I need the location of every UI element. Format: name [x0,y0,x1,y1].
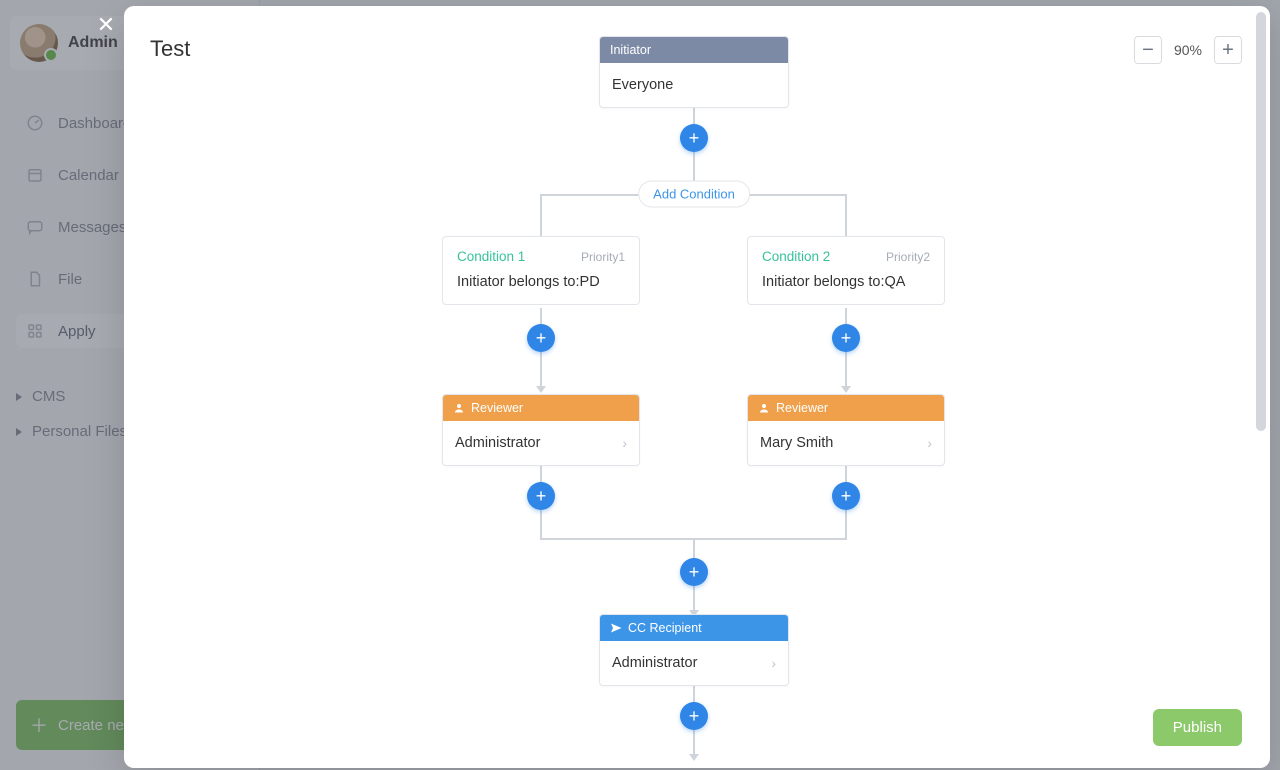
node-header: Reviewer [443,395,639,421]
reviewer-node[interactable]: Reviewer Administrator › [442,394,640,466]
workflow-panel: Test − 90% + I [124,6,1270,768]
condition-description: Initiator belongs to:PD [457,274,625,290]
node-body: Everyone [600,63,788,107]
condition-name: Condition 2 [762,249,830,264]
reviewer-node[interactable]: Reviewer Mary Smith › [747,394,945,466]
initiator-node[interactable]: Initiator Everyone [599,36,789,108]
condition-name: Condition 1 [457,249,525,264]
send-icon [610,622,622,634]
add-step-button[interactable]: + [832,482,860,510]
condition-header: Condition 1 Priority1 [457,249,625,264]
node-body: Mary Smith › [748,421,944,465]
publish-button[interactable]: Publish [1153,709,1242,746]
connector [845,194,847,236]
condition-description: Initiator belongs to:QA [762,274,930,290]
chevron-right-icon: › [622,435,627,451]
close-icon[interactable]: ✕ [94,14,118,38]
publish-label: Publish [1173,719,1222,736]
user-icon [453,402,465,414]
add-step-button[interactable]: + [680,124,708,152]
arrow-down-icon [841,386,851,393]
connector [540,194,542,236]
node-header-label: Initiator [610,43,651,57]
add-step-button[interactable]: + [680,702,708,730]
add-step-button[interactable]: + [527,482,555,510]
condition-priority: Priority1 [581,250,625,264]
add-step-button[interactable]: + [527,324,555,352]
node-header-label: CC Recipient [628,621,702,635]
reviewer-name: Administrator [455,435,540,451]
node-header-label: Reviewer [776,401,828,415]
node-header: Reviewer [748,395,944,421]
node-body: Administrator › [443,421,639,465]
node-header: Initiator [600,37,788,63]
arrow-down-icon [536,386,546,393]
user-icon [758,402,770,414]
condition-node[interactable]: Condition 1 Priority1 Initiator belongs … [442,236,640,305]
node-header: CC Recipient [600,615,788,641]
arrow-down-icon [689,754,699,761]
node-header-label: Reviewer [471,401,523,415]
node-body-text: Everyone [612,77,673,93]
reviewer-name: Mary Smith [760,435,833,451]
node-body: Administrator › [600,641,788,685]
chevron-right-icon: › [927,435,932,451]
add-condition-button[interactable]: Add Condition [638,181,750,208]
workflow-canvas: Initiator Everyone + Add Condition Condi… [124,6,1270,768]
cc-name: Administrator [612,655,697,671]
condition-node[interactable]: Condition 2 Priority2 Initiator belongs … [747,236,945,305]
add-condition-label: Add Condition [653,187,735,202]
add-step-button[interactable]: + [680,558,708,586]
add-step-button[interactable]: + [832,324,860,352]
condition-priority: Priority2 [886,250,930,264]
chevron-right-icon: › [771,655,776,671]
cc-recipient-node[interactable]: CC Recipient Administrator › [599,614,789,686]
condition-header: Condition 2 Priority2 [762,249,930,264]
